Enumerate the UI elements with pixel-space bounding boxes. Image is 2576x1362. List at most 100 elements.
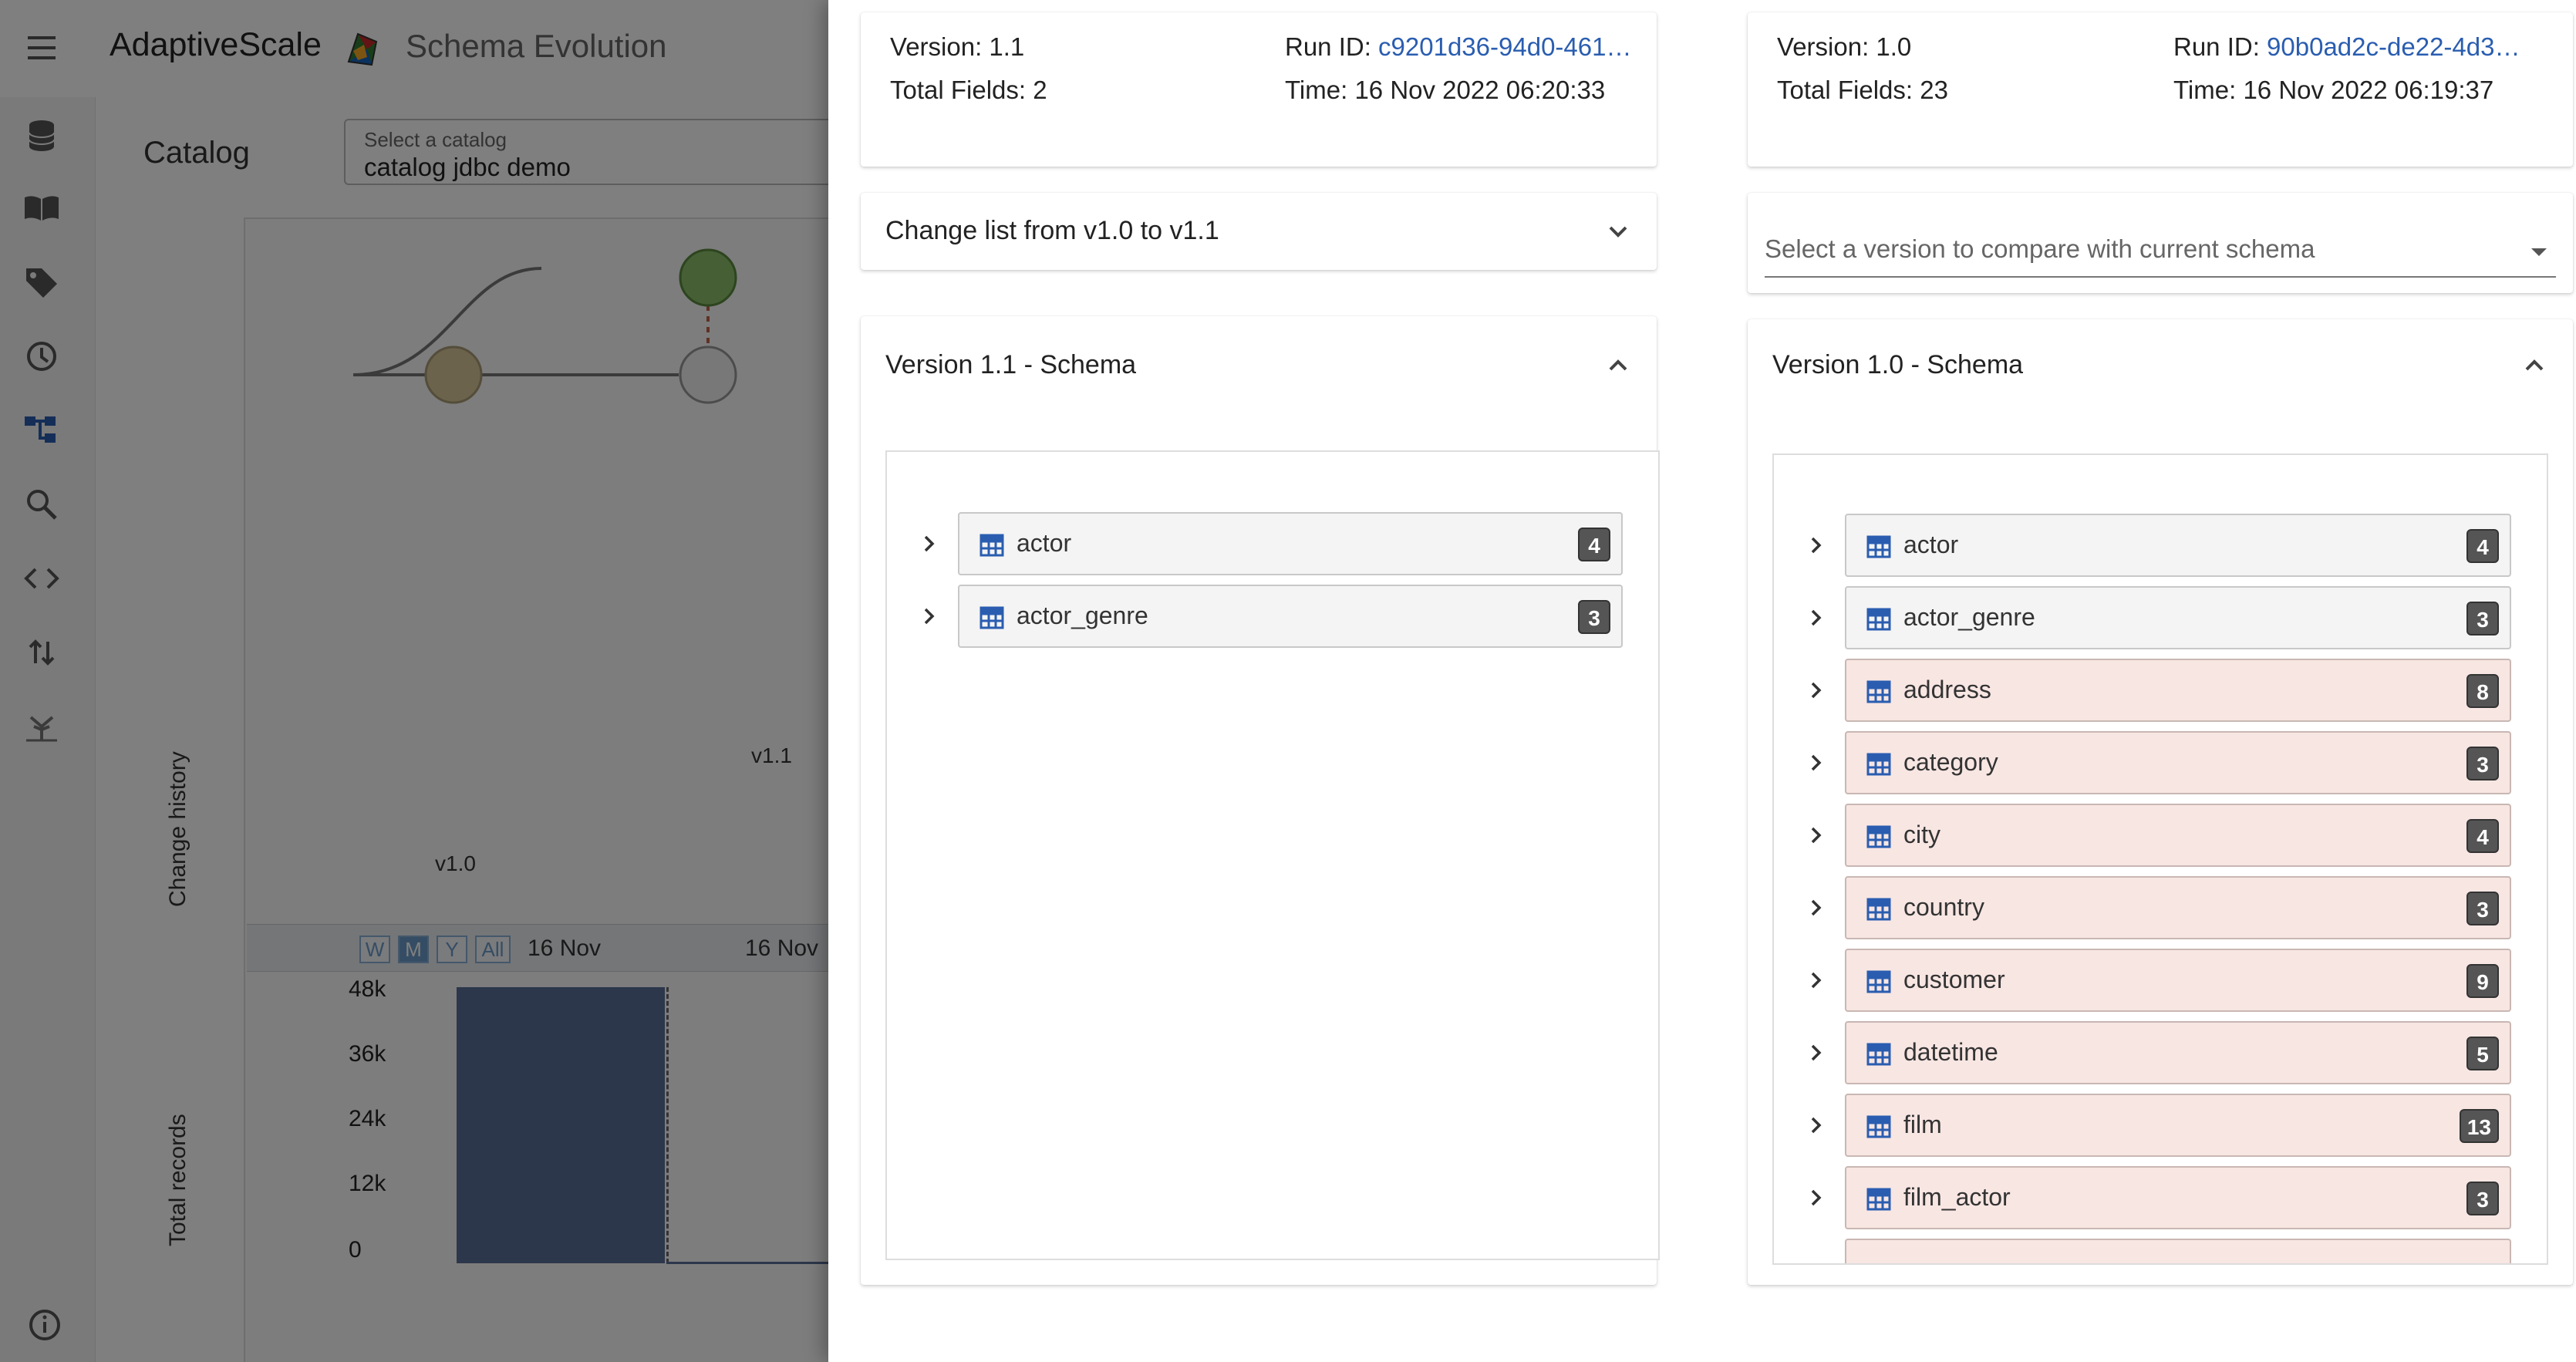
table-row[interactable]: film_actor 3 [1774, 1166, 2547, 1229]
table-icon [979, 606, 1004, 629]
field-count-badge: 8 [2466, 674, 2499, 708]
time-label: Time: 16 Nov 2022 06:19:37 [2173, 76, 2494, 104]
chevron-right-icon[interactable] [1805, 751, 1828, 774]
table-chip[interactable]: film 13 [1845, 1094, 2511, 1157]
table-name: actor [1903, 531, 1959, 558]
dropdown-arrow-icon[interactable] [2528, 244, 2550, 259]
total-fields-label: Total Fields: 2 [890, 76, 1047, 104]
table-name: address [1903, 676, 1991, 703]
table-name: film_actor [1903, 1183, 2011, 1211]
run-id-label: Run ID: 90b0ad2c-de22-4d3… [2173, 32, 2520, 62]
field-count-badge: 13 [2459, 1109, 2499, 1143]
chevron-right-icon[interactable] [918, 532, 941, 555]
table-row-partial [1774, 1239, 2547, 1263]
table-icon [1866, 1188, 1891, 1211]
table-icon [1866, 1115, 1891, 1138]
chevron-up-icon[interactable] [2519, 350, 2550, 381]
table-chip [1845, 1239, 2511, 1263]
schema-tree: actor 4 actor_genre 3 [885, 450, 1660, 1260]
table-chip[interactable]: actor_genre 3 [1845, 586, 2511, 649]
chevron-down-icon[interactable] [1603, 216, 1634, 247]
field-count-badge: 5 [2466, 1037, 2499, 1070]
field-count-badge: 3 [2466, 1182, 2499, 1215]
table-row[interactable]: customer 9 [1774, 949, 2547, 1012]
field-count-badge: 3 [2466, 602, 2499, 635]
chevron-right-icon[interactable] [1805, 606, 1828, 629]
chevron-right-icon[interactable] [1805, 1186, 1828, 1209]
table-icon [1866, 608, 1891, 631]
table-chip[interactable]: city 4 [1845, 804, 2511, 867]
compare-version-select[interactable]: Select a version to compare with current… [1765, 224, 2556, 278]
table-icon [1866, 970, 1891, 993]
schema-accordion-v1-1: Version 1.1 - Schema actor 4 actor_genre… [861, 316, 1660, 1285]
field-count-badge: 3 [2466, 747, 2499, 780]
table-icon [979, 534, 1004, 557]
table-chip[interactable]: actor_genre 3 [958, 585, 1623, 648]
field-count-badge: 4 [1578, 528, 1610, 561]
change-list-title: Change list from v1.0 to v1.1 [885, 216, 1219, 245]
chevron-right-icon[interactable] [1805, 896, 1828, 919]
compare-version-placeholder: Select a version to compare with current… [1765, 234, 2315, 263]
table-row[interactable]: category 3 [1774, 731, 2547, 794]
version-label: Version: 1.1 [890, 32, 1025, 61]
schema-tree: actor 4 actor_genre 3 address 8 category 3 city 4… [1772, 453, 2548, 1265]
run-id-link[interactable]: 90b0ad2c-de22-4d3… [2267, 32, 2520, 61]
table-row[interactable]: actor 4 [1774, 514, 2547, 577]
chevron-right-icon[interactable] [1805, 1114, 1828, 1137]
compare-version-card: Select a version to compare with current… [1748, 193, 2573, 293]
table-icon [1866, 898, 1891, 921]
table-chip[interactable]: category 3 [1845, 731, 2511, 794]
schema-title[interactable]: Version 1.1 - Schema [885, 350, 1136, 380]
chevron-right-icon[interactable] [1805, 534, 1828, 557]
table-name: category [1903, 748, 1998, 776]
table-row[interactable]: address 8 [1774, 659, 2547, 722]
chevron-right-icon[interactable] [918, 605, 941, 628]
field-count-badge: 9 [2466, 964, 2499, 998]
table-icon [1866, 753, 1891, 776]
run-id-link[interactable]: c9201d36-94d0-461… [1378, 32, 1631, 61]
table-icon [1866, 825, 1891, 848]
chevron-right-icon[interactable] [1805, 1041, 1828, 1064]
table-row[interactable]: actor_genre 3 [1774, 586, 2547, 649]
table-name: actor_genre [1903, 603, 2035, 631]
table-name: customer [1903, 966, 2005, 993]
table-row[interactable]: country 3 [1774, 876, 2547, 939]
table-name: city [1903, 821, 1940, 848]
table-row[interactable]: datetime 5 [1774, 1021, 2547, 1084]
table-chip[interactable]: country 3 [1845, 876, 2511, 939]
field-count-badge: 3 [1578, 600, 1610, 634]
schema-compare-drawer: Version: 1.1 Total Fields: 2 Run ID: c92… [828, 0, 2576, 1362]
schema-title[interactable]: Version 1.0 - Schema [1772, 350, 2023, 380]
table-chip[interactable]: film_actor 3 [1845, 1166, 2511, 1229]
table-chip[interactable]: actor 4 [958, 512, 1623, 575]
version-info-card-v1-0: Version: 1.0 Total Fields: 23 Run ID: 90… [1748, 12, 2573, 167]
total-fields-label: Total Fields: 23 [1777, 76, 1948, 104]
table-name: datetime [1903, 1038, 1998, 1066]
table-chip[interactable]: customer 9 [1845, 949, 2511, 1012]
table-chip[interactable]: actor 4 [1845, 514, 2511, 577]
chevron-right-icon[interactable] [1805, 969, 1828, 992]
version-info-card-v1-1: Version: 1.1 Total Fields: 2 Run ID: c92… [861, 12, 1657, 167]
chevron-up-icon[interactable] [1603, 350, 1634, 381]
field-count-badge: 4 [2466, 529, 2499, 563]
table-row[interactable]: city 4 [1774, 804, 2547, 867]
table-icon [1866, 1043, 1891, 1066]
chevron-right-icon[interactable] [1805, 824, 1828, 847]
time-label: Time: 16 Nov 2022 06:20:33 [1285, 76, 1606, 104]
table-chip[interactable]: address 8 [1845, 659, 2511, 722]
table-name: film [1903, 1111, 1942, 1138]
table-icon [1866, 680, 1891, 703]
field-count-badge: 4 [2466, 819, 2499, 853]
version-label: Version: 1.0 [1777, 32, 1912, 61]
field-count-badge: 3 [2466, 892, 2499, 925]
run-id-label: Run ID: c9201d36-94d0-461… [1285, 32, 1631, 62]
chevron-right-icon[interactable] [1805, 679, 1828, 702]
run-id-prefix: Run ID: [1285, 32, 1379, 61]
schema-accordion-v1-0: Version 1.0 - Schema actor 4 actor_genre 3 a… [1748, 319, 2573, 1285]
table-row[interactable]: film 13 [1774, 1094, 2547, 1157]
table-chip[interactable]: datetime 5 [1845, 1021, 2511, 1084]
table-row[interactable]: actor 4 [887, 512, 1658, 575]
table-row[interactable]: actor_genre 3 [887, 585, 1658, 648]
table-name: country [1903, 893, 1984, 921]
change-list-accordion[interactable]: Change list from v1.0 to v1.1 [861, 193, 1657, 270]
